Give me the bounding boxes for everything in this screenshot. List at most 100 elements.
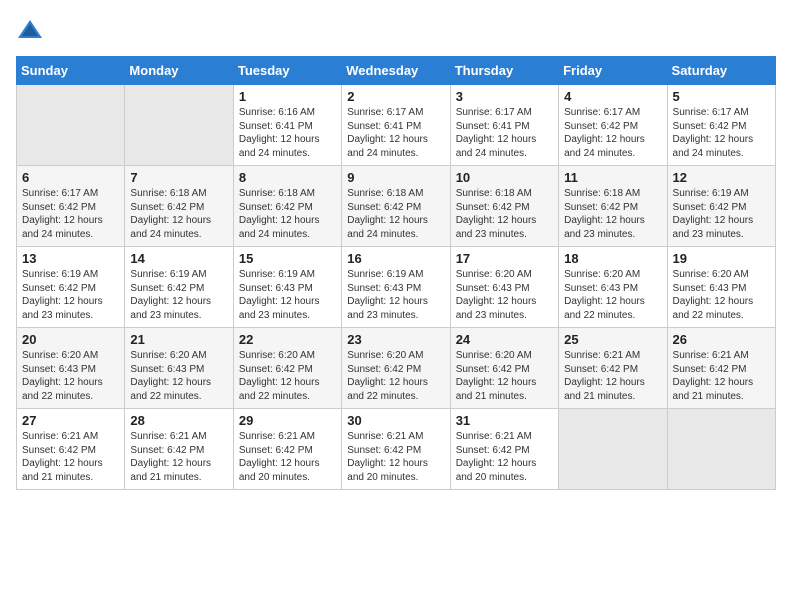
day-info: Sunrise: 6:18 AM Sunset: 6:42 PM Dayligh… <box>456 187 553 241</box>
day-number: 30 <box>347 413 444 428</box>
day-info: Sunrise: 6:21 AM Sunset: 6:42 PM Dayligh… <box>456 430 553 484</box>
day-info: Sunrise: 6:20 AM Sunset: 6:43 PM Dayligh… <box>130 349 227 403</box>
day-number: 27 <box>22 413 119 428</box>
day-number: 16 <box>347 251 444 266</box>
day-info: Sunrise: 6:17 AM Sunset: 6:42 PM Dayligh… <box>673 106 770 160</box>
calendar-cell: 18Sunrise: 6:20 AM Sunset: 6:43 PM Dayli… <box>559 247 667 328</box>
calendar-cell: 2 Sunrise: 6:17 AM Sunset: 6:41 PM Daylig… <box>342 85 450 166</box>
calendar-cell: 12 Sunrise: 6:19 AM Sunset: 6:42 PM Dayli… <box>667 166 775 247</box>
day-number: 6 <box>22 170 119 185</box>
calendar-cell: 9Sunrise: 6:18 AM Sunset: 6:42 PM Daylig… <box>342 166 450 247</box>
day-number: 12 <box>673 170 770 185</box>
day-info: Sunrise: 6:20 AM Sunset: 6:43 PM Dayligh… <box>673 268 770 322</box>
day-info: Sunrise: 6:17 AM Sunset: 6:41 PM Dayligh… <box>456 106 553 160</box>
calendar-week-row: 13 Sunrise: 6:19 AM Sunset: 6:42 PM Dayli… <box>17 247 776 328</box>
day-info: Sunrise: 6:17 AM Sunset: 6:42 PM Dayligh… <box>22 187 119 241</box>
day-info: Sunrise: 6:20 AM Sunset: 6:43 PM Dayligh… <box>564 268 661 322</box>
day-number: 10 <box>456 170 553 185</box>
calendar-cell: 24Sunrise: 6:20 AM Sunset: 6:42 PM Dayli… <box>450 328 558 409</box>
day-number: 23 <box>347 332 444 347</box>
day-number: 25 <box>564 332 661 347</box>
calendar-day-header: Wednesday <box>342 57 450 85</box>
calendar-week-row: 1Sunrise: 6:16 AM Sunset: 6:41 PM Daylig… <box>17 85 776 166</box>
calendar-cell: 31Sunrise: 6:21 AM Sunset: 6:42 PM Dayli… <box>450 409 558 490</box>
day-info: Sunrise: 6:18 AM Sunset: 6:42 PM Dayligh… <box>239 187 336 241</box>
calendar-cell: 13 Sunrise: 6:19 AM Sunset: 6:42 PM Dayli… <box>17 247 125 328</box>
calendar-cell: 23 Sunrise: 6:20 AM Sunset: 6:42 PM Dayli… <box>342 328 450 409</box>
calendar-cell: 11 Sunrise: 6:18 AM Sunset: 6:42 PM Dayli… <box>559 166 667 247</box>
day-number: 14 <box>130 251 227 266</box>
day-info: Sunrise: 6:19 AM Sunset: 6:43 PM Dayligh… <box>347 268 444 322</box>
day-info: Sunrise: 6:21 AM Sunset: 6:42 PM Dayligh… <box>239 430 336 484</box>
day-number: 24 <box>456 332 553 347</box>
day-info: Sunrise: 6:17 AM Sunset: 6:41 PM Dayligh… <box>347 106 444 160</box>
day-number: 3 <box>456 89 553 104</box>
calendar-cell: 28 Sunrise: 6:21 AM Sunset: 6:42 PM Dayli… <box>125 409 233 490</box>
day-info: Sunrise: 6:20 AM Sunset: 6:42 PM Dayligh… <box>239 349 336 403</box>
calendar-day-header: Sunday <box>17 57 125 85</box>
calendar-header-row: SundayMondayTuesdayWednesdayThursdayFrid… <box>17 57 776 85</box>
day-info: Sunrise: 6:21 AM Sunset: 6:42 PM Dayligh… <box>673 349 770 403</box>
day-info: Sunrise: 6:19 AM Sunset: 6:42 PM Dayligh… <box>673 187 770 241</box>
day-number: 11 <box>564 170 661 185</box>
calendar-day-header: Friday <box>559 57 667 85</box>
calendar-week-row: 20 Sunrise: 6:20 AM Sunset: 6:43 PM Dayli… <box>17 328 776 409</box>
calendar-cell: 8 Sunrise: 6:18 AM Sunset: 6:42 PM Daylig… <box>233 166 341 247</box>
calendar-day-header: Thursday <box>450 57 558 85</box>
day-number: 17 <box>456 251 553 266</box>
day-number: 19 <box>673 251 770 266</box>
day-number: 28 <box>130 413 227 428</box>
calendar-cell <box>667 409 775 490</box>
calendar-cell <box>125 85 233 166</box>
day-number: 20 <box>22 332 119 347</box>
calendar-week-row: 27 Sunrise: 6:21 AM Sunset: 6:42 PM Dayli… <box>17 409 776 490</box>
day-info: Sunrise: 6:16 AM Sunset: 6:41 PM Dayligh… <box>239 106 336 160</box>
day-number: 26 <box>673 332 770 347</box>
day-info: Sunrise: 6:20 AM Sunset: 6:43 PM Dayligh… <box>456 268 553 322</box>
day-info: Sunrise: 6:20 AM Sunset: 6:42 PM Dayligh… <box>347 349 444 403</box>
day-number: 8 <box>239 170 336 185</box>
calendar-cell: 22 Sunrise: 6:20 AM Sunset: 6:42 PM Dayli… <box>233 328 341 409</box>
calendar-cell: 1Sunrise: 6:16 AM Sunset: 6:41 PM Daylig… <box>233 85 341 166</box>
calendar-cell <box>17 85 125 166</box>
day-number: 5 <box>673 89 770 104</box>
calendar-table: SundayMondayTuesdayWednesdayThursdayFrid… <box>16 56 776 490</box>
calendar-cell <box>559 409 667 490</box>
day-info: Sunrise: 6:21 AM Sunset: 6:42 PM Dayligh… <box>564 349 661 403</box>
calendar-cell: 19 Sunrise: 6:20 AM Sunset: 6:43 PM Dayli… <box>667 247 775 328</box>
day-info: Sunrise: 6:21 AM Sunset: 6:42 PM Dayligh… <box>130 430 227 484</box>
day-info: Sunrise: 6:18 AM Sunset: 6:42 PM Dayligh… <box>130 187 227 241</box>
calendar-cell: 27 Sunrise: 6:21 AM Sunset: 6:42 PM Dayli… <box>17 409 125 490</box>
calendar-cell: 7Sunrise: 6:18 AM Sunset: 6:42 PM Daylig… <box>125 166 233 247</box>
day-info: Sunrise: 6:20 AM Sunset: 6:43 PM Dayligh… <box>22 349 119 403</box>
day-info: Sunrise: 6:18 AM Sunset: 6:42 PM Dayligh… <box>347 187 444 241</box>
calendar-cell: 20 Sunrise: 6:20 AM Sunset: 6:43 PM Dayli… <box>17 328 125 409</box>
day-number: 2 <box>347 89 444 104</box>
page-header <box>16 16 776 44</box>
day-info: Sunrise: 6:19 AM Sunset: 6:43 PM Dayligh… <box>239 268 336 322</box>
day-info: Sunrise: 6:21 AM Sunset: 6:42 PM Dayligh… <box>22 430 119 484</box>
calendar-week-row: 6 Sunrise: 6:17 AM Sunset: 6:42 PM Daylig… <box>17 166 776 247</box>
calendar-cell: 26 Sunrise: 6:21 AM Sunset: 6:42 PM Dayli… <box>667 328 775 409</box>
day-info: Sunrise: 6:21 AM Sunset: 6:42 PM Dayligh… <box>347 430 444 484</box>
day-number: 13 <box>22 251 119 266</box>
calendar-day-header: Monday <box>125 57 233 85</box>
logo-icon <box>16 16 44 44</box>
day-info: Sunrise: 6:19 AM Sunset: 6:42 PM Dayligh… <box>22 268 119 322</box>
logo <box>16 16 46 44</box>
day-info: Sunrise: 6:18 AM Sunset: 6:42 PM Dayligh… <box>564 187 661 241</box>
calendar-cell: 14 Sunrise: 6:19 AM Sunset: 6:42 PM Dayli… <box>125 247 233 328</box>
day-number: 22 <box>239 332 336 347</box>
day-info: Sunrise: 6:19 AM Sunset: 6:42 PM Dayligh… <box>130 268 227 322</box>
calendar-cell: 25 Sunrise: 6:21 AM Sunset: 6:42 PM Dayli… <box>559 328 667 409</box>
day-number: 21 <box>130 332 227 347</box>
day-info: Sunrise: 6:17 AM Sunset: 6:42 PM Dayligh… <box>564 106 661 160</box>
calendar-cell: 4 Sunrise: 6:17 AM Sunset: 6:42 PM Daylig… <box>559 85 667 166</box>
calendar-cell: 6 Sunrise: 6:17 AM Sunset: 6:42 PM Daylig… <box>17 166 125 247</box>
calendar-cell: 16 Sunrise: 6:19 AM Sunset: 6:43 PM Dayli… <box>342 247 450 328</box>
calendar-day-header: Saturday <box>667 57 775 85</box>
calendar-cell: 10 Sunrise: 6:18 AM Sunset: 6:42 PM Dayli… <box>450 166 558 247</box>
calendar-cell: 29Sunrise: 6:21 AM Sunset: 6:42 PM Dayli… <box>233 409 341 490</box>
calendar-cell: 30 Sunrise: 6:21 AM Sunset: 6:42 PM Dayli… <box>342 409 450 490</box>
day-number: 4 <box>564 89 661 104</box>
